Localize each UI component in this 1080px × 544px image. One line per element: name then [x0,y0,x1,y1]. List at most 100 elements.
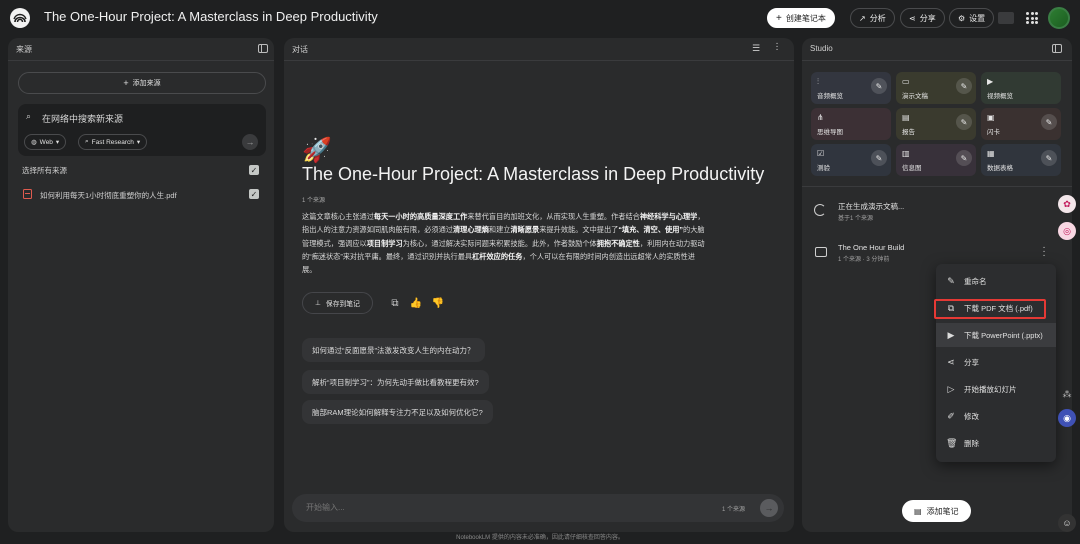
studio-tile[interactable]: ▭ 演示文稿 ✎ [896,72,976,104]
studio-tile[interactable]: ▶ 视频概览 [981,72,1061,104]
slides-icon: ▭ [902,77,910,86]
save-to-note-label: 保存到笔记 [325,301,360,308]
studio-tile[interactable]: ▤ 报告 ✎ [896,108,976,140]
source-file-name[interactable]: 如何利用每天1小时彻底重塑你的人生.pdf [40,190,177,201]
edit-pencil-icon[interactable]: ✎ [871,150,887,166]
menu-item-share[interactable]: ⋖ 分享 [936,350,1056,374]
extension-grid-icon[interactable]: ⁂ [1058,385,1076,403]
collapse-panel-icon[interactable] [1052,44,1062,53]
studio-tile-label: 报告 [902,129,915,136]
chat-source-count: 1 个来源 [302,198,326,204]
sparkle-search-icon: ⌕ [85,138,89,145]
studio-tile-label: 闪卡 [987,129,1000,136]
chat-extension-icon[interactable]: ☺ [1058,514,1076,532]
studio-item-subtitle: 1 个来源 · 3 分钟前 [838,257,890,263]
studio-tile-label: 信息图 [902,165,922,172]
share-icon: ⋖ [947,356,955,367]
menu-item-label: 删除 [964,438,979,448]
notebooklm-logo-icon[interactable] [10,8,30,28]
flashcard-icon: ▣ [987,113,995,122]
studio-heading: Studio [810,44,833,53]
settings-label: 设置 [969,13,986,23]
menu-item-pptx[interactable]: ▶ 下载 PowerPoint (.pptx) [936,323,1056,347]
studio-tile-label: 测验 [817,165,830,172]
apps-grid-icon[interactable] [1026,12,1038,24]
edit-pencil-icon[interactable]: ✎ [1041,114,1057,130]
menu-item-edit[interactable]: ✎ 重命名 [936,269,1056,293]
suggested-question[interactable]: 解析“项目制学习”：为何先动手做比看教程更有效? [302,370,489,394]
summary-highlight: 每天一小时的高质量深度工作 [373,212,468,221]
create-notebook-button[interactable]: + 创建笔记本 [767,8,835,28]
suggested-question[interactable]: 如何通过“反面愿景”法激发改变人生的内在动力？ [302,338,485,362]
copy-icon[interactable]: ⧉ [389,297,401,309]
edit-pencil-icon[interactable]: ✎ [956,150,972,166]
summary-text: 来替代盲目的加班文化，从而实现人生重塑。作者结合 [467,212,640,221]
chat-input[interactable] [306,503,686,512]
extension-bubble-icon[interactable]: ✿ [1058,195,1076,213]
menu-item-delete[interactable]: 🗑 删除 [936,431,1056,455]
edit-icon: ✎ [947,275,955,286]
edit-pencil-icon[interactable]: ✎ [1041,150,1057,166]
search-input[interactable]: 在网络中搜索新来源 [42,112,123,125]
analyze-button[interactable]: ↗ 分析 [850,8,895,28]
add-source-button[interactable]: + 添加来源 [18,72,266,94]
chat-divider [284,60,794,61]
slides-icon [815,247,827,257]
save-to-note-button[interactable]: ⊥ 保存到笔记 [302,292,373,314]
settings-button[interactable]: ⚙ 设置 [949,8,995,28]
edit-pencil-icon[interactable]: ✎ [956,114,972,130]
research-mode-dropdown[interactable]: ⌕ Fast Research ▾ [78,134,148,150]
studio-tile[interactable]: ⫶ 音频概览 ✎ [811,72,891,104]
studio-item-title[interactable]: The One Hour Build [838,243,904,252]
menu-item-label: 分享 [964,357,979,367]
select-all-checkbox[interactable]: ✓ [249,165,259,175]
pin-icon: ⊥ [315,300,321,307]
studio-tile[interactable]: ▦ 数据表格 ✎ [981,144,1061,176]
chat-panel: 对话 ☰ · · · [284,38,794,532]
summary-text: 这篇文章核心主张通过 [302,212,374,221]
edit-pencil-icon[interactable]: ✎ [956,78,972,94]
menu-item-modify[interactable]: ✐ 修改 [936,404,1056,428]
chat-input-bar: 1 个来源 → [292,494,784,522]
search-submit-button[interactable]: → [242,134,258,150]
chevron-down-icon: ▾ [136,139,141,146]
web-dropdown[interactable]: ◍ Web ▾ [24,134,67,150]
avatar[interactable] [1048,7,1070,29]
plus-icon: + [776,12,782,24]
studio-tile[interactable]: ▣ 闪卡 ✎ [981,108,1061,140]
table-icon: ▦ [987,149,995,158]
sources-divider [8,60,274,61]
collapse-panel-icon[interactable] [258,44,268,53]
studio-tile[interactable]: ⋔ 思维导图 [811,108,891,140]
source-file-checkbox[interactable]: ✓ [249,189,259,199]
add-note-button[interactable]: ▤ 添加笔记 [902,500,971,522]
suggested-question[interactable]: 脑部RAM理论如何解释专注力不足以及如何优化它? [302,400,493,424]
translate-extension-icon[interactable]: ◎ [1058,222,1076,240]
select-all-label: 选择所有来源 [22,166,67,175]
edit-pencil-icon[interactable]: ✎ [871,78,887,94]
tune-icon[interactable]: ☰ [752,43,760,54]
studio-tiles-divider [802,186,1072,187]
more-vert-icon[interactable]: · · · [1040,243,1048,261]
search-icon: ⌕ [26,111,32,121]
share-button[interactable]: ⋖ 分享 [900,8,945,28]
menu-item-play[interactable]: ▷ 开始播放幻灯片 [936,377,1056,401]
disclaimer-footer: NotebookLM 提供的内容未必准确，因此请仔细核查回答内容。 [456,535,624,541]
studio-tile-label: 思维导图 [817,129,843,136]
mindmap-icon: ⋔ [817,113,824,122]
menu-item-label: 开始播放幻灯片 [964,384,1017,394]
more-vert-icon[interactable]: · · · [774,39,780,55]
thumbs-down-icon[interactable]: 👎 [432,297,444,309]
studio-tile[interactable]: ▥ 信息图 ✎ [896,144,976,176]
studio-tile[interactable]: ☑ 测验 ✎ [811,144,891,176]
thumbs-up-icon[interactable]: 👍 [410,297,422,309]
delete-icon: 🗑 [946,437,958,448]
top-bar: The One-Hour Project: A Masterclass in D… [0,0,1080,36]
gear-icon: ⚙ [958,13,966,23]
send-button[interactable]: → [760,499,778,517]
infographic-icon: ▥ [902,149,910,158]
notebook-title[interactable]: The One-Hour Project: A Masterclass in D… [44,9,378,24]
generating-subtitle: 基于1 个来源 [838,216,874,222]
assistant-extension-icon[interactable]: ◉ [1058,409,1076,427]
highlight-annotation [934,299,1046,319]
